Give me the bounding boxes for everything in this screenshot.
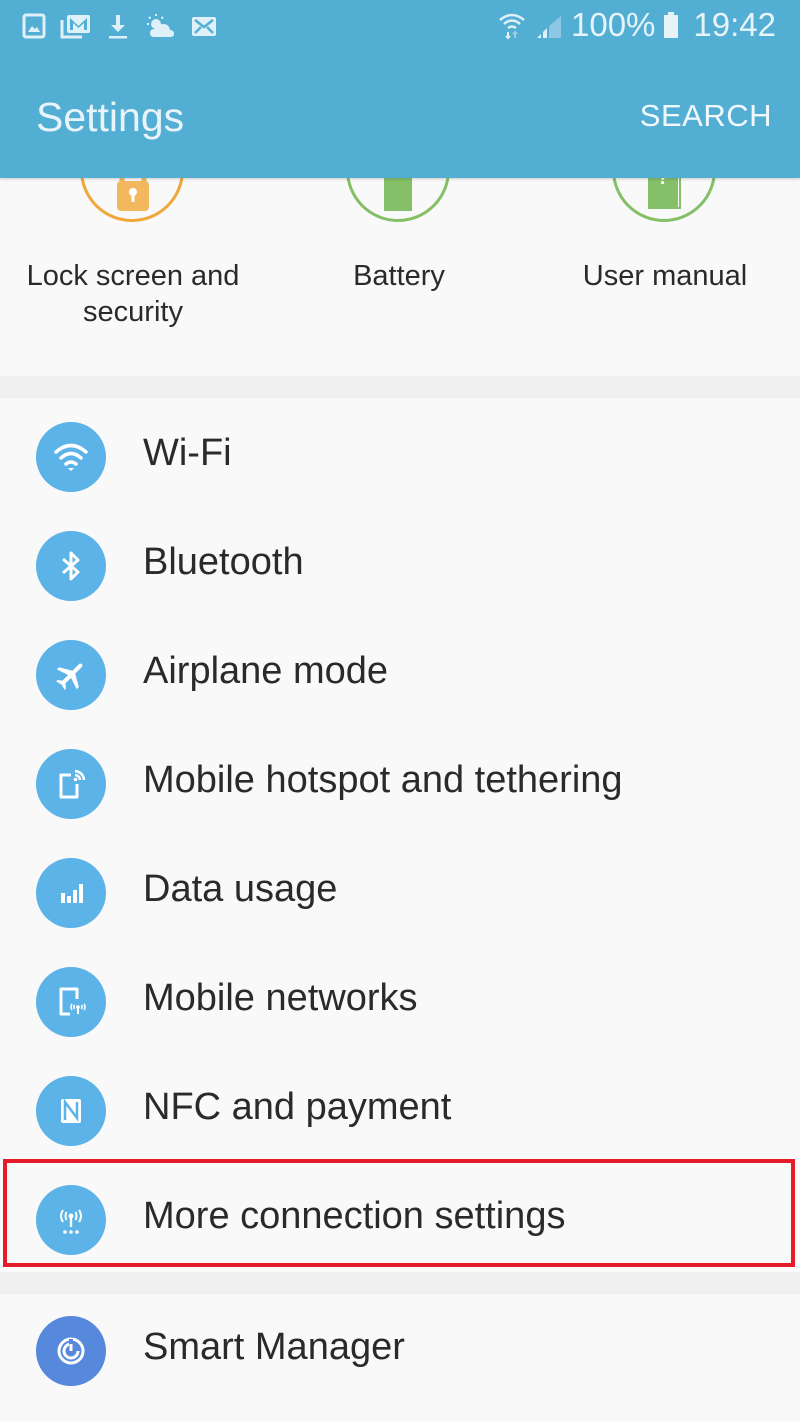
settings-item-airplane-mode[interactable]: Airplane mode	[0, 620, 800, 729]
quick-item-label: Battery	[353, 260, 445, 292]
battery-percent: 100%	[571, 6, 656, 43]
airplane-icon	[36, 640, 106, 710]
settings-item-nfc[interactable]: NFC and payment	[0, 1056, 800, 1165]
email-icon	[192, 17, 216, 36]
settings-item-mobile-networks[interactable]: Mobile networks	[0, 947, 800, 1056]
settings-item-label: Data usage	[143, 868, 338, 910]
status-bar: 100% 19:42	[0, 0, 800, 56]
settings-item-label: Mobile networks	[143, 977, 418, 1019]
wifi-status-icon	[499, 13, 525, 40]
smart-manager-icon	[36, 1316, 106, 1386]
notification-icons	[22, 12, 218, 40]
wifi-icon	[36, 422, 106, 492]
settings-item-label: Wi-Fi	[143, 432, 232, 474]
status-indicators: 100% 19:42	[497, 6, 776, 44]
gallery-icon	[22, 13, 46, 39]
settings-item-bluetooth[interactable]: Bluetooth	[0, 511, 800, 620]
section-divider	[0, 376, 800, 398]
battery-status-icon	[664, 12, 679, 38]
weather-icon	[147, 14, 174, 37]
settings-item-label: NFC and payment	[143, 1086, 452, 1128]
mobile-networks-icon	[36, 967, 106, 1037]
more-connection-icon	[36, 1185, 106, 1255]
settings-item-label: Smart Manager	[143, 1326, 405, 1368]
page-title: Settings	[36, 94, 185, 140]
settings-item-hotspot[interactable]: Mobile hotspot and tethering	[0, 729, 800, 838]
download-icon	[109, 15, 127, 39]
gmail-icon	[60, 15, 90, 39]
settings-item-label: Mobile hotspot and tethering	[143, 759, 623, 801]
quick-item-label: User manual	[582, 260, 748, 292]
settings-item-more-connection[interactable]: More connection settings	[0, 1165, 800, 1274]
settings-item-label: Bluetooth	[143, 541, 304, 583]
bluetooth-icon	[36, 531, 106, 601]
quick-settings: Lock screen and security Battery ? User …	[0, 118, 800, 376]
app-bar: 100% 19:42 Settings SEARCH	[0, 0, 800, 178]
settings-item-wifi[interactable]: Wi-Fi	[0, 402, 800, 511]
clock: 19:42	[693, 6, 776, 43]
data-usage-icon	[36, 858, 106, 928]
settings-item-smart-manager[interactable]: Smart Manager	[0, 1296, 800, 1405]
hotspot-icon	[36, 749, 106, 819]
nfc-icon	[36, 1076, 106, 1146]
section-divider	[0, 1272, 800, 1294]
settings-item-label: Airplane mode	[143, 650, 389, 692]
settings-item-data-usage[interactable]: Data usage	[0, 838, 800, 947]
settings-item-label: More connection settings	[143, 1195, 566, 1237]
quick-item-label: Lock screen and security	[26, 260, 240, 328]
signal-icon	[537, 16, 561, 38]
search-button[interactable]: SEARCH	[640, 98, 772, 134]
